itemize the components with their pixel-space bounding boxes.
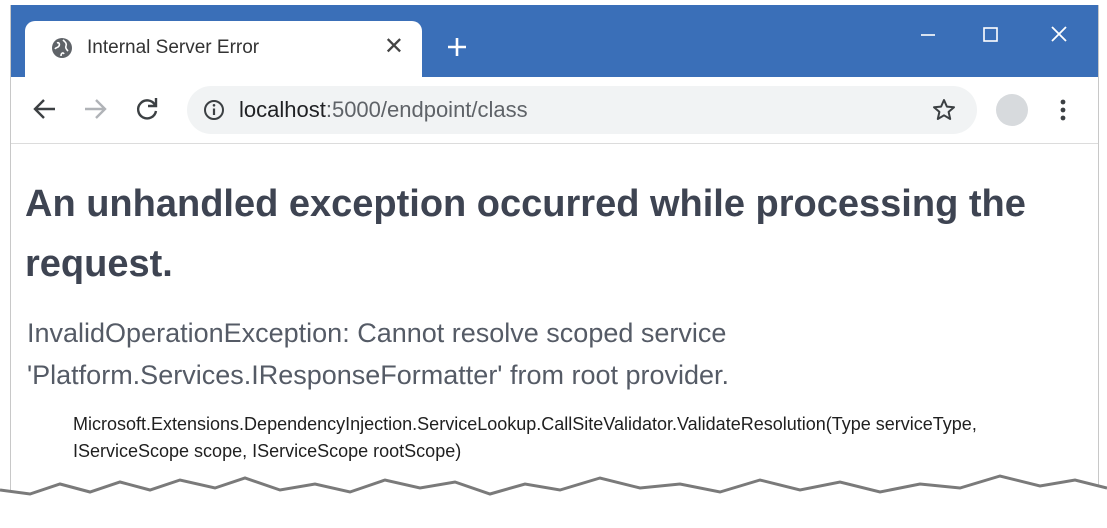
kebab-menu-icon[interactable]	[1053, 95, 1073, 125]
browser-window: Internal Server Error ✕ localhost:5000/e…	[10, 5, 1099, 515]
maximize-icon[interactable]	[970, 19, 1010, 51]
title-bar: Internal Server Error ✕	[11, 5, 1098, 77]
error-heading: An unhandled exception occurred while pr…	[25, 183, 1026, 285]
tab-close-button[interactable]: ✕	[384, 35, 404, 59]
forward-arrow-icon[interactable]	[80, 94, 110, 124]
page-content: An unhandled exception occurred while pr…	[11, 144, 1098, 515]
tab-title: Internal Server Error	[87, 37, 260, 58]
browser-toolbar: localhost:5000/endpoint/class	[11, 77, 1098, 144]
back-arrow-icon[interactable]	[30, 94, 60, 124]
new-tab-button[interactable]	[443, 33, 471, 61]
url-text[interactable]: localhost:5000/endpoint/class	[239, 98, 528, 122]
globe-icon	[52, 38, 72, 58]
browser-tab[interactable]: Internal Server Error ✕	[25, 21, 422, 77]
minimize-icon[interactable]	[908, 19, 948, 51]
close-icon[interactable]	[1039, 19, 1079, 51]
profile-avatar[interactable]	[996, 94, 1028, 126]
exception-message: InvalidOperationException: Cannot resolv…	[27, 318, 730, 390]
stack-trace-line: Microsoft.Extensions.DependencyInjection…	[73, 414, 977, 461]
star-icon[interactable]	[931, 97, 957, 123]
url-path: :5000/endpoint/class	[325, 97, 528, 122]
info-icon[interactable]	[203, 99, 225, 121]
torn-edge	[0, 474, 1107, 528]
address-bar[interactable]: localhost:5000/endpoint/class	[187, 86, 977, 134]
reload-icon[interactable]	[132, 94, 162, 124]
url-host: localhost	[239, 97, 326, 122]
